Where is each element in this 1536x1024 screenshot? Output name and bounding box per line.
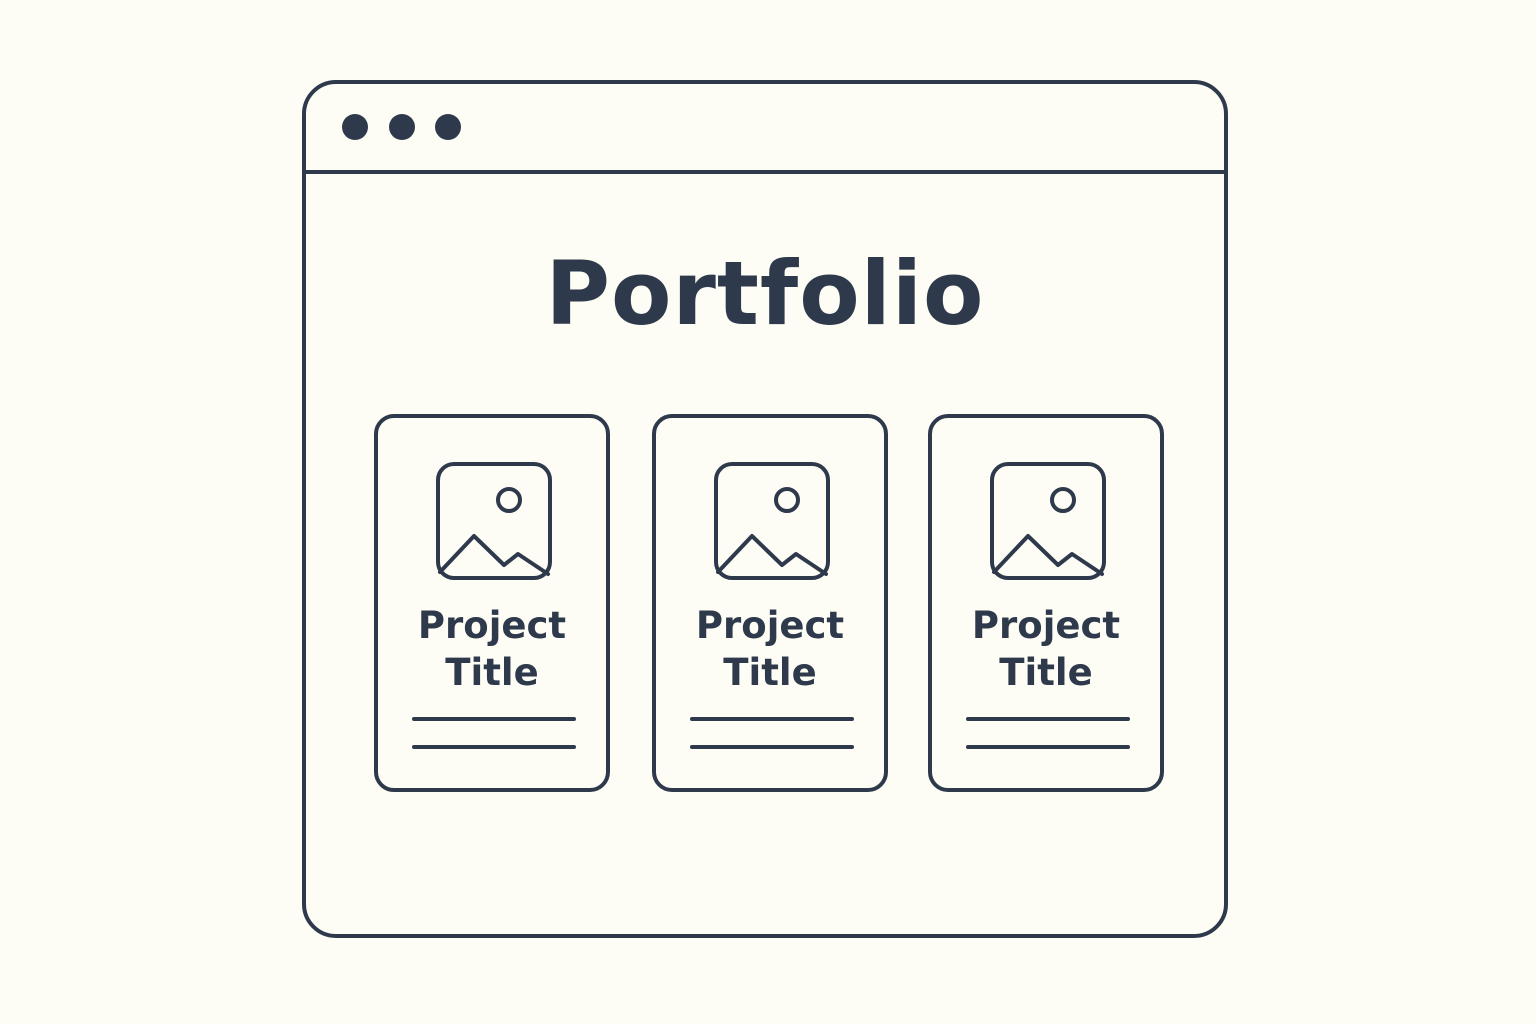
project-card-title: Project Title bbox=[417, 604, 567, 694]
project-description-line bbox=[690, 717, 854, 721]
project-card-2[interactable]: Project Title bbox=[652, 414, 888, 792]
window-control-dot-1[interactable] bbox=[342, 114, 368, 140]
page-title: Portfolio bbox=[545, 242, 985, 345]
project-description-line bbox=[966, 745, 1130, 749]
window-title-bar bbox=[306, 84, 1224, 174]
project-description-line bbox=[966, 717, 1130, 721]
image-placeholder-icon bbox=[714, 462, 830, 580]
project-card-3[interactable]: Project Title bbox=[928, 414, 1164, 792]
project-card-1[interactable]: Project Title bbox=[374, 414, 610, 792]
browser-window: Portfolio Project Title Project Title Pr… bbox=[302, 80, 1228, 938]
project-description-line bbox=[412, 745, 576, 749]
project-card-title: Project Title bbox=[695, 604, 845, 694]
project-description-line bbox=[412, 717, 576, 721]
window-control-dot-3[interactable] bbox=[435, 114, 461, 140]
project-card-title: Project Title bbox=[971, 604, 1121, 694]
project-description-line bbox=[690, 745, 854, 749]
image-placeholder-icon bbox=[990, 462, 1106, 580]
image-placeholder-icon bbox=[436, 462, 552, 580]
window-control-dot-2[interactable] bbox=[389, 114, 415, 140]
